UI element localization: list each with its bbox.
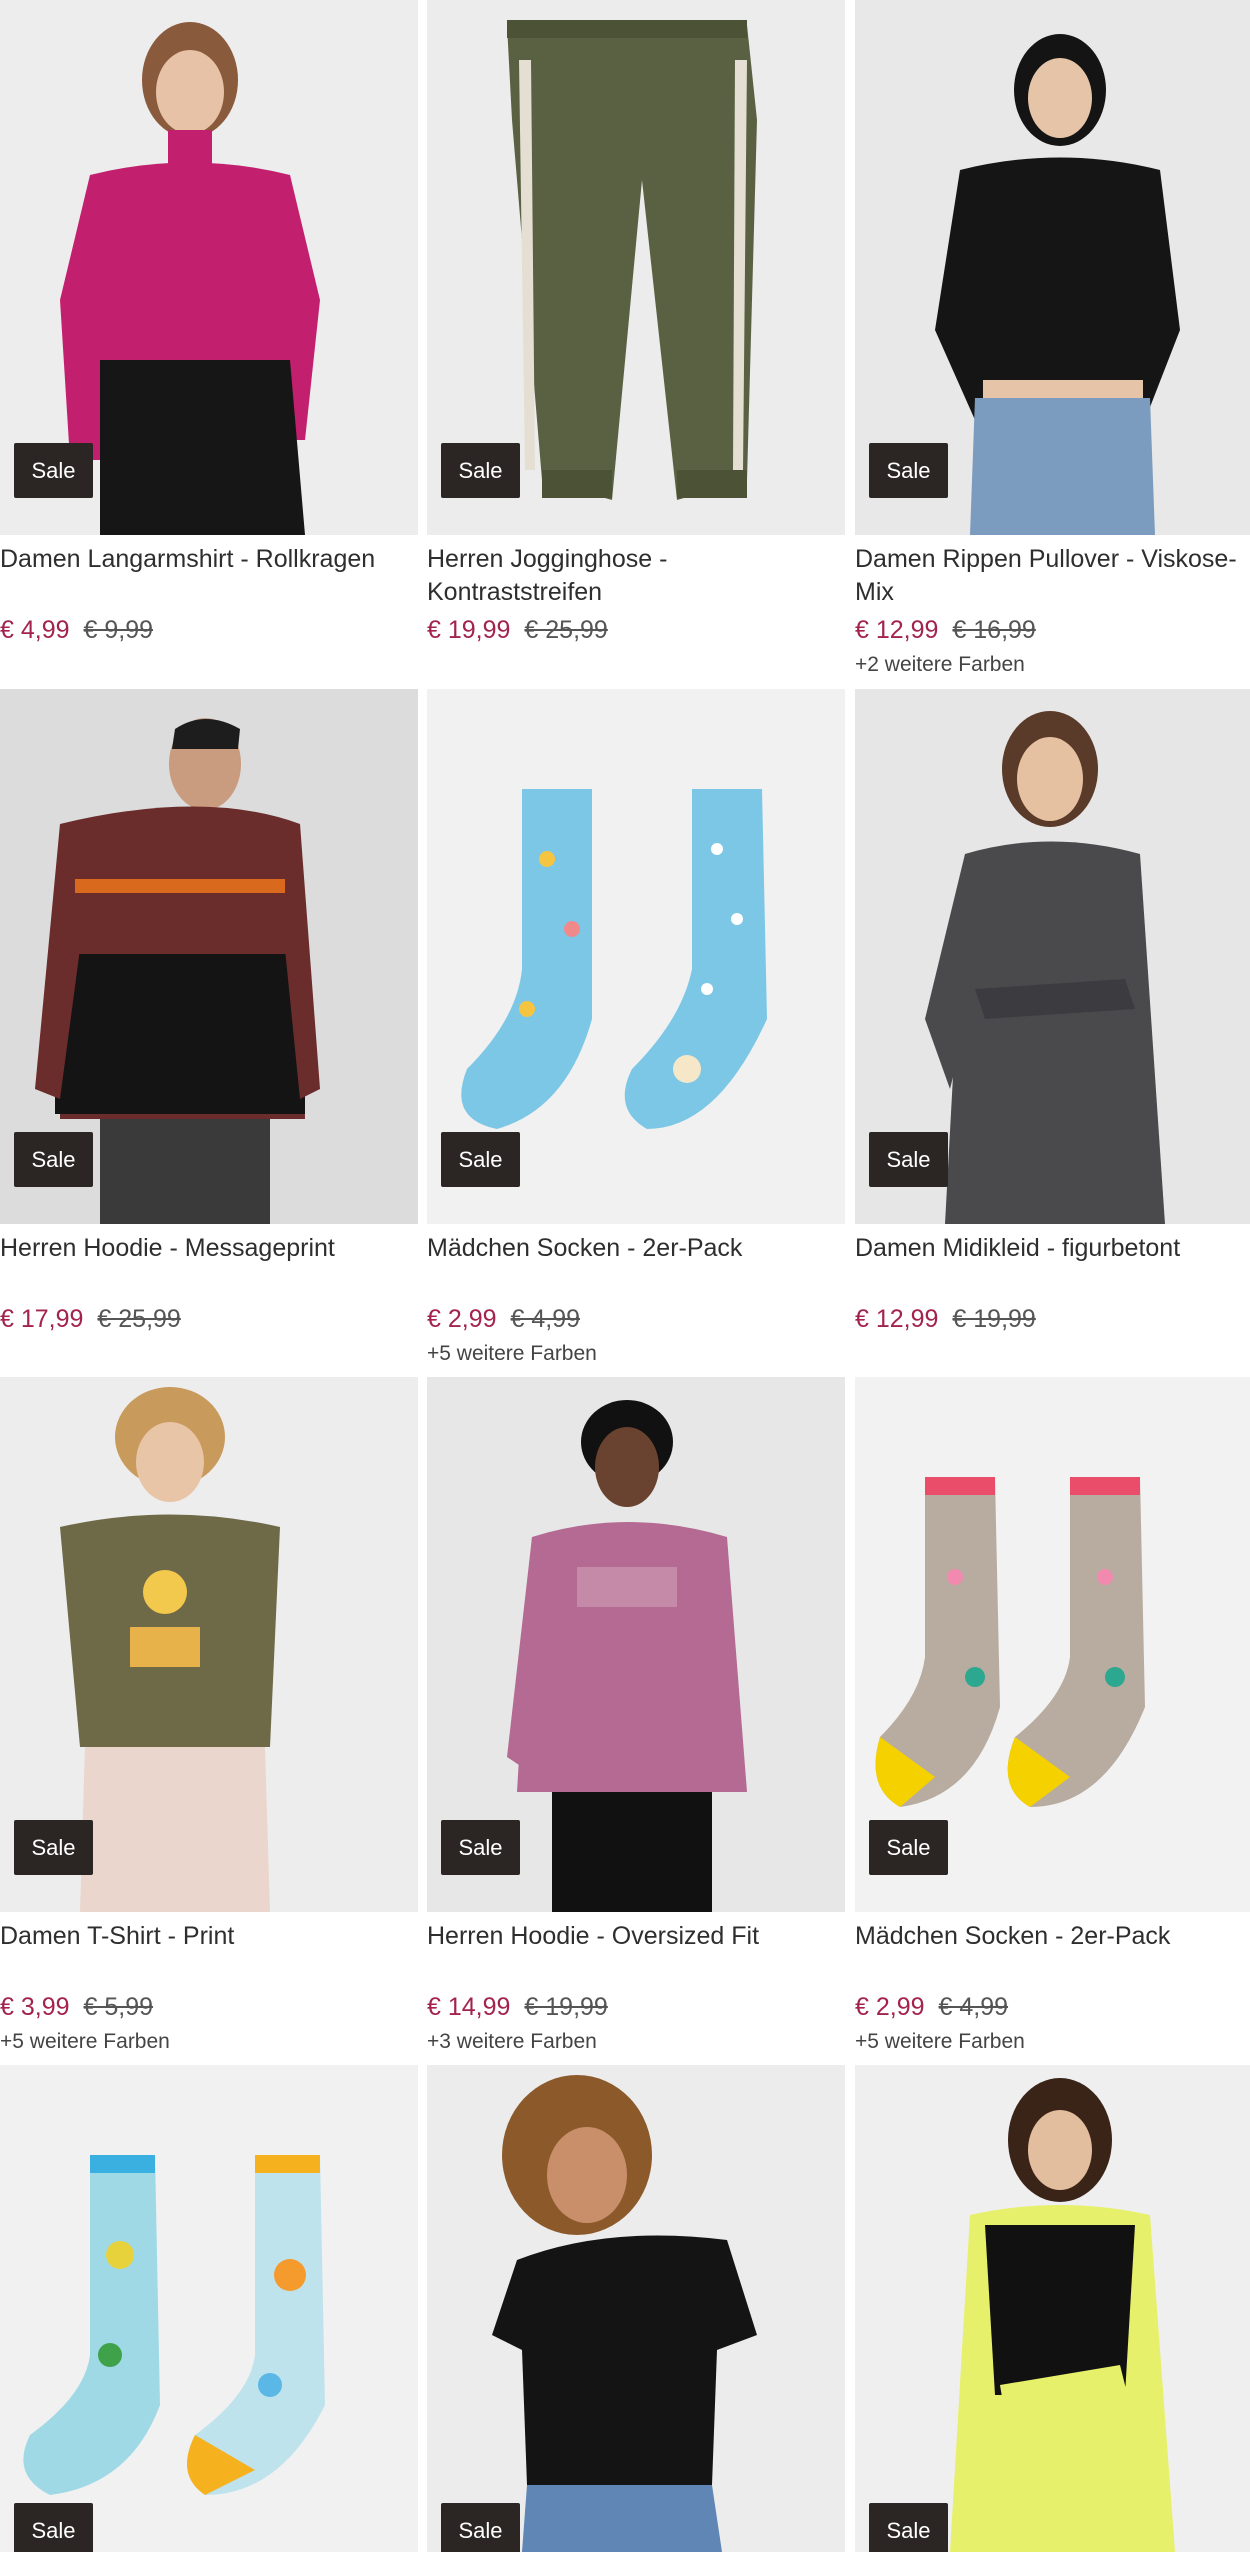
product-card[interactable]: Sale Damen Midikleid - figurbetont € 12,… [855, 689, 1250, 1368]
product-prices: € 19,99 € 25,99 [427, 613, 845, 647]
product-card[interactable]: Sale Herren Jogginghose - Kontraststreif… [427, 0, 845, 679]
more-colors-link[interactable]: +2 weitere Farben [855, 651, 1250, 679]
old-price: € 4,99 [510, 1305, 581, 1333]
sale-badge: Sale [14, 443, 93, 498]
old-price: € 19,99 [952, 1305, 1036, 1333]
sale-badge: Sale [14, 1132, 93, 1187]
product-name[interactable]: Damen Langarmshirt - Rollkragen [0, 543, 418, 609]
old-price: € 25,99 [97, 1305, 181, 1333]
current-price: € 12,99 [855, 1305, 939, 1333]
product-grid: Sale Damen Langarmshirt - Rollkragen € 4… [0, 0, 1250, 2552]
product-image[interactable]: Sale [427, 689, 845, 1224]
product-name[interactable]: Mädchen Socken - 2er-Pack [427, 1232, 845, 1298]
more-colors-link[interactable]: +5 weitere Farben [427, 1340, 845, 1368]
more-colors-link[interactable] [0, 651, 418, 679]
current-price: € 2,99 [427, 1305, 497, 1333]
old-price: € 25,99 [524, 616, 608, 644]
current-price: € 3,99 [0, 1993, 70, 2021]
product-card[interactable]: Sale Damen T-Shirt - Print € 3,99 € 5,99 … [0, 1377, 418, 2056]
product-card[interactable]: Sale Mädchen Socken - 2er-Pack € 2,99 € 4… [855, 1377, 1250, 2056]
sale-badge: Sale [869, 2503, 948, 2552]
product-image[interactable]: Sale [427, 1377, 845, 1912]
sale-badge: Sale [14, 2503, 93, 2552]
product-image[interactable]: Sale [0, 689, 418, 1224]
product-name[interactable]: Damen Rippen Pullover - Viskose-Mix [855, 543, 1250, 609]
sale-badge: Sale [441, 1132, 520, 1187]
old-price: € 16,99 [952, 616, 1036, 644]
current-price: € 17,99 [0, 1305, 84, 1333]
more-colors-link[interactable] [427, 651, 845, 679]
more-colors-link[interactable]: +3 weitere Farben [427, 2028, 845, 2056]
sale-badge: Sale [441, 2503, 520, 2552]
product-card[interactable]: Sale Damen Langarmshirt - Rollkragen € 4… [0, 0, 418, 679]
product-card[interactable]: Sale [427, 2065, 845, 2552]
product-name[interactable]: Herren Jogginghose - Kontraststreifen [427, 543, 845, 609]
product-prices: € 2,99 € 4,99 [427, 1302, 845, 1336]
product-card[interactable]: Sale Herren Hoodie - Messageprint € 17,9… [0, 689, 418, 1368]
product-card[interactable]: Sale Damen Rippen Pullover - Viskose-Mix… [855, 0, 1250, 679]
product-name[interactable]: Mädchen Socken - 2er-Pack [855, 1920, 1250, 1986]
product-card[interactable]: Sale [0, 2065, 418, 2552]
product-prices: € 12,99 € 16,99 [855, 613, 1250, 647]
product-name[interactable]: Damen T-Shirt - Print [0, 1920, 418, 1986]
product-image[interactable]: Sale [855, 2065, 1250, 2552]
old-price: € 4,99 [938, 1993, 1009, 2021]
product-prices: € 12,99 € 19,99 [855, 1302, 1250, 1336]
product-prices: € 17,99 € 25,99 [0, 1302, 418, 1336]
product-card[interactable]: Sale [855, 2065, 1250, 2552]
product-image[interactable]: Sale [855, 0, 1250, 535]
product-image[interactable]: Sale [855, 689, 1250, 1224]
product-name[interactable]: Herren Hoodie - Oversized Fit [427, 1920, 845, 1986]
current-price: € 4,99 [0, 616, 70, 644]
old-price: € 5,99 [83, 1993, 154, 2021]
current-price: € 19,99 [427, 616, 511, 644]
product-name[interactable]: Herren Hoodie - Messageprint [0, 1232, 418, 1298]
more-colors-link[interactable]: +5 weitere Farben [855, 2028, 1250, 2056]
product-image[interactable]: Sale [0, 0, 418, 535]
sale-badge: Sale [869, 1820, 948, 1875]
old-price: € 9,99 [83, 616, 154, 644]
product-image[interactable]: Sale [0, 2065, 418, 2552]
product-prices: € 2,99 € 4,99 [855, 1990, 1250, 2024]
sale-badge: Sale [441, 1820, 520, 1875]
product-card[interactable]: Sale Mädchen Socken - 2er-Pack € 2,99 € 4… [427, 689, 845, 1368]
sale-badge: Sale [869, 1132, 948, 1187]
product-image[interactable]: Sale [427, 0, 845, 535]
more-colors-link[interactable] [0, 1340, 418, 1368]
old-price: € 19,99 [524, 1993, 608, 2021]
product-prices: € 14,99 € 19,99 [427, 1990, 845, 2024]
sale-badge: Sale [869, 443, 948, 498]
product-image[interactable]: Sale [427, 2065, 845, 2552]
sale-badge: Sale [441, 443, 520, 498]
product-name[interactable]: Damen Midikleid - figurbetont [855, 1232, 1250, 1298]
more-colors-link[interactable] [855, 1340, 1250, 1368]
current-price: € 2,99 [855, 1993, 925, 2021]
product-image[interactable]: Sale [0, 1377, 418, 1912]
product-image[interactable]: Sale [855, 1377, 1250, 1912]
sale-badge: Sale [14, 1820, 93, 1875]
current-price: € 12,99 [855, 616, 939, 644]
product-prices: € 3,99 € 5,99 [0, 1990, 418, 2024]
product-card[interactable]: Sale Herren Hoodie - Oversized Fit € 14,… [427, 1377, 845, 2056]
more-colors-link[interactable]: +5 weitere Farben [0, 2028, 418, 2056]
current-price: € 14,99 [427, 1993, 511, 2021]
product-prices: € 4,99 € 9,99 [0, 613, 418, 647]
